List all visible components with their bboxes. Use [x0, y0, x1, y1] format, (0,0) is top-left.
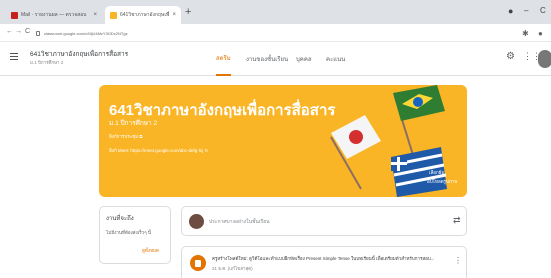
back-icon[interactable]: ← [6, 28, 13, 35]
post-date: 21 ธ.ค. (แก้ไขล่าสุด) [212, 266, 253, 271]
menu-icon[interactable] [10, 53, 18, 60]
reload-icon[interactable]: C [25, 28, 30, 35]
announce-box[interactable]: ประกาศบางอย่างในชั้นเรียน ⇄ [181, 206, 467, 236]
minimize-button[interactable]: – [524, 6, 528, 15]
upload-photo-button[interactable]: อัปโหลดรูปภาพ [427, 178, 457, 185]
new-tab-button[interactable]: + [185, 7, 191, 18]
forward-icon[interactable]: → [15, 28, 22, 35]
tab-close-icon[interactable]: × [93, 12, 97, 18]
upcoming-card: งานที่จะถึง ไม่มีงานที่ต้องส่งเร็วๆ นี้ … [99, 206, 171, 264]
stream-post[interactable]: ครูสร้างโพสต์ใหม่: ดูวิดีโอและทำแบบฝึกหั… [181, 246, 467, 278]
tab-stream[interactable]: สตรีม [216, 42, 231, 76]
post-text[interactable]: ครูสร้างโพสต์ใหม่: ดูวิดีโอและทำแบบฝึกหั… [212, 255, 450, 262]
avatar[interactable] [538, 50, 551, 68]
select-theme-button[interactable]: เลือกธีม [429, 169, 444, 176]
class-title: 641วิชาภาษาอังกฤษเพื่อการสื่อสาร [30, 51, 129, 58]
tab-classwork[interactable]: งานของชั้นเรียน [246, 42, 288, 76]
lock-icon [36, 30, 40, 36]
more-options-icon[interactable]: ⋮ [454, 256, 462, 265]
meet-link-label[interactable]: ลิงก์การประชุม ⧉ [109, 133, 143, 140]
assignment-icon [190, 255, 206, 271]
extensions-icon[interactable]: ✱ [522, 29, 529, 38]
tab-people[interactable]: บุคคล [296, 42, 312, 76]
repost-icon[interactable]: ⇄ [453, 215, 461, 226]
url-text: classroom.google.com/c/MjU4MzY3ODc2NTgz [44, 30, 128, 36]
view-all-link[interactable]: ดูทั้งหมด [142, 247, 159, 254]
announce-placeholder[interactable]: ประกาศบางอย่างในชั้นเรียน [209, 218, 270, 226]
tab-title: Mail · รายงานผล — ตรวจสอบ [21, 12, 87, 18]
tab-close-icon[interactable]: × [172, 12, 176, 18]
tab-grades[interactable]: คะแนน [326, 42, 345, 76]
classroom-favicon-icon [110, 11, 117, 19]
browser-tabstrip: Mail · รายงานผล — ตรวจสอบ × 641วิชาภาษาอ… [0, 0, 551, 24]
upcoming-text: ไม่มีงานที่ต้องส่งเร็วๆ นี้ [106, 230, 151, 235]
profile-icon[interactable]: ● [538, 29, 543, 38]
tab-title: 641วิชาภาษาอังกฤษเพื่อการสื่อสาร [120, 12, 170, 18]
gear-icon[interactable]: ⚙ [506, 51, 515, 62]
upcoming-title: งานที่จะถึง [106, 216, 134, 222]
class-subtitle: ม.1 ปีการศึกษา 2 [30, 60, 64, 65]
meet-link[interactable]: ลิงก์ Meet: https://meet.google.com/abc-… [109, 147, 208, 154]
mail-favicon-icon [11, 11, 18, 19]
class-banner: 641วิชาภาษาอังกฤษเพื่อการสื่อสาร ม.1 ปีก… [99, 85, 467, 197]
classroom-header: 641วิชาภาษาอังกฤษเพื่อการสื่อสาร ม.1 ปีก… [0, 42, 551, 76]
window-control-button[interactable]: C [540, 6, 546, 15]
browser-tab-mail[interactable]: Mail · รายงานผล — ตรวจสอบ × [6, 6, 102, 24]
profile-dot-icon[interactable]: ● [508, 6, 513, 16]
avatar [189, 214, 204, 229]
address-bar: ← → C classroom.google.com/c/MjU4MzY3ODc… [0, 24, 551, 42]
banner-section: ม.1 ปีการศึกษา 2 [109, 120, 158, 127]
browser-tab-classroom[interactable]: 641วิชาภาษาอังกฤษเพื่อการสื่อสาร × [105, 6, 181, 24]
url-field[interactable]: classroom.google.com/c/MjU4MzY3ODc2NTgz [36, 27, 236, 39]
